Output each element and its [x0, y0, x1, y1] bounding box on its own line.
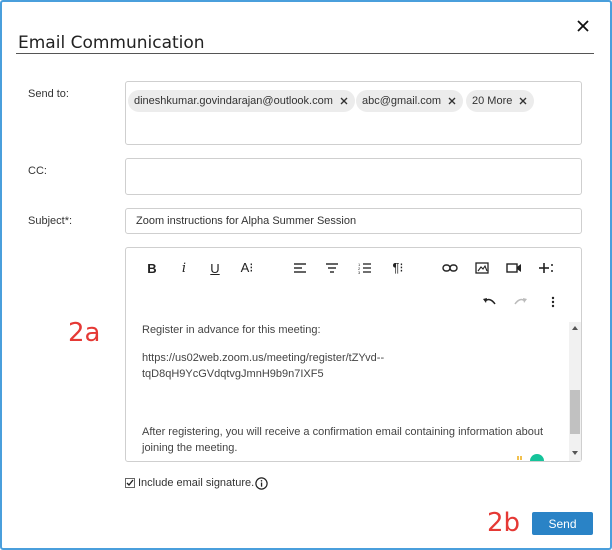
send-to-label: Send to:: [28, 88, 69, 100]
insert-link-button[interactable]: [440, 258, 460, 278]
ordered-list-button[interactable]: 1 2 3: [355, 258, 375, 278]
more-options-button[interactable]: [536, 258, 556, 278]
close-icon: [340, 97, 348, 105]
message-body[interactable]: Register in advance for this meeting: ht…: [126, 322, 569, 461]
title-divider: [16, 53, 594, 54]
cc-field[interactable]: [125, 158, 582, 195]
undo-icon: [483, 298, 496, 305]
more-recipients-label: 20 More: [472, 95, 513, 107]
cc-label: CC:: [28, 165, 47, 177]
italic-button[interactable]: i: [174, 258, 194, 278]
body-line: https://us02web.zoom.us/meeting/register…: [142, 352, 385, 364]
message-editor: B i U A⁝ 1 2 3 ¶⁝ Register in advance fo…: [125, 247, 582, 462]
remove-recipient-button[interactable]: [339, 96, 349, 106]
subject-label: Subject*:: [28, 215, 73, 227]
annotation-2b: 2b: [487, 508, 521, 538]
close-icon: [577, 20, 589, 32]
scroll-down-icon: [572, 451, 578, 455]
align-center-icon: [326, 263, 338, 273]
redo-button[interactable]: [511, 292, 531, 312]
scroll-up-icon: [572, 326, 578, 330]
close-icon: [519, 97, 527, 105]
align-left-button[interactable]: [290, 258, 310, 278]
subject-value: Zoom instructions for Alpha Summer Sessi…: [136, 215, 357, 227]
recipient-chip: abc@gmail.com: [356, 90, 464, 112]
close-icon: [448, 97, 456, 105]
scrollbar-thumb[interactable]: [570, 390, 580, 434]
ordered-list-icon: 1 2 3: [358, 262, 371, 274]
signature-checkbox[interactable]: [125, 478, 135, 488]
grammar-assistant-icon[interactable]: [517, 452, 545, 461]
editor-scrollbar[interactable]: [569, 322, 581, 461]
body-line: Register in advance for this meeting:: [142, 324, 321, 336]
body-line: After registering, you will receive a co…: [142, 426, 544, 438]
image-icon: [475, 262, 489, 274]
close-button[interactable]: [573, 16, 593, 36]
svg-text:3: 3: [358, 270, 361, 274]
checkmark-icon: [126, 479, 134, 487]
font-size-button[interactable]: A⁝: [237, 258, 257, 278]
recipient-chip-label: abc@gmail.com: [362, 95, 442, 107]
video-icon: [506, 263, 521, 273]
overflow-menu-button[interactable]: [543, 292, 563, 312]
vertical-dots-icon: [551, 296, 555, 308]
insert-video-button[interactable]: [504, 258, 524, 278]
more-recipients-chip[interactable]: 20 More: [466, 90, 535, 112]
align-left-icon: [294, 263, 306, 273]
annotation-2a: 2a: [68, 318, 101, 348]
recipient-chip-label: dineshkumar.govindarajan@outlook.com: [134, 95, 333, 107]
plus-more-icon: [539, 263, 553, 273]
insert-image-button[interactable]: [472, 258, 492, 278]
dialog-title: Email Communication: [18, 33, 205, 53]
remove-recipient-button[interactable]: [447, 96, 457, 106]
redo-icon: [514, 298, 527, 305]
send-button[interactable]: Send: [532, 512, 593, 535]
link-icon: [442, 264, 458, 272]
email-dialog: Email Communication Send to: dineshkumar…: [0, 0, 612, 550]
send-to-field[interactable]: dineshkumar.govindarajan@outlook.com abc…: [125, 81, 582, 145]
underline-button[interactable]: U: [205, 258, 225, 278]
bold-button[interactable]: B: [142, 258, 162, 278]
info-icon[interactable]: [255, 477, 268, 490]
remove-recipient-button[interactable]: [518, 96, 528, 106]
body-line: joining the meeting.: [142, 442, 238, 454]
recipient-chip: dineshkumar.govindarajan@outlook.com: [128, 90, 355, 112]
paragraph-format-button[interactable]: ¶⁝: [388, 258, 408, 278]
undo-button[interactable]: [479, 292, 499, 312]
subject-field[interactable]: Zoom instructions for Alpha Summer Sessi…: [125, 208, 582, 234]
align-center-button[interactable]: [322, 258, 342, 278]
signature-label: Include email signature.: [138, 477, 255, 489]
body-line: tqD8qH9YcGVdqtvgJmnH9b9n7IXF5: [142, 368, 324, 380]
